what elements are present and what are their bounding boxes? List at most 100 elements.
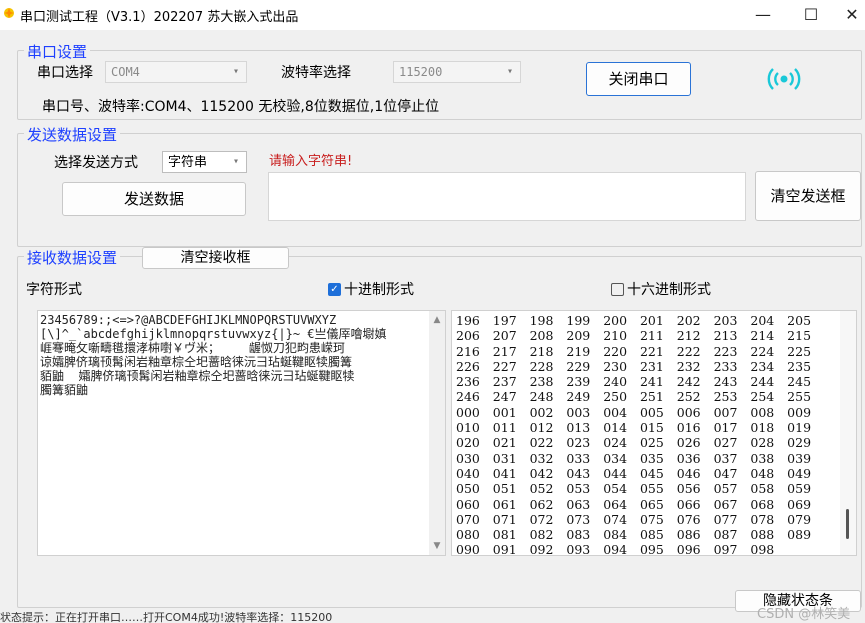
decimal-cell: 074	[603, 511, 628, 527]
decimal-cell: 027	[713, 435, 738, 451]
decimal-cell: 073	[566, 511, 591, 527]
decimal-cell: 062	[529, 496, 554, 512]
decimal-cell: 236	[456, 374, 480, 390]
decimal-cell: 028	[750, 435, 775, 451]
decimal-cell: 008	[750, 404, 775, 420]
decimal-cell: 029	[787, 435, 812, 451]
decimal-cell: 086	[676, 527, 701, 543]
checkbox-unchecked-icon	[611, 282, 624, 296]
decimal-cell: 069	[787, 496, 812, 512]
decimal-cell: 026	[676, 435, 701, 451]
decimal-cell: 235	[787, 358, 812, 374]
decimal-cell: 231	[639, 358, 664, 374]
decimal-cell: 219	[566, 343, 591, 359]
send-mode-select[interactable]: 字符串 ▾	[162, 151, 247, 173]
decimal-cell: 035	[639, 450, 664, 466]
char-format-label: 字符形式	[26, 282, 82, 298]
minimize-button[interactable]: —	[748, 4, 778, 26]
maximize-button[interactable]: ☐	[796, 4, 826, 26]
decimal-grid: 196 197 198 199 200 201 202 203 204 205 206 207 208 2…	[456, 313, 824, 556]
decimal-cell: 249	[566, 389, 591, 405]
decimal-scrollbar[interactable]	[840, 311, 856, 555]
decimal-cell: 209	[566, 328, 591, 344]
baud-select[interactable]: 115200 ▾	[393, 61, 521, 83]
decimal-cell: 007	[713, 404, 738, 420]
decimal-cell: 005	[639, 404, 664, 420]
decimal-cell: 078	[750, 511, 775, 527]
decimal-row: 060 061 062 063 064 065 066 067 068 069	[456, 497, 824, 512]
decimal-cell: 244	[750, 374, 775, 390]
decimal-cell: 241	[639, 374, 664, 390]
port-label: 串口选择	[37, 65, 93, 81]
decimal-cell: 066	[676, 496, 701, 512]
decimal-cell: 229	[566, 358, 591, 374]
port-select[interactable]: COM4 ▾	[105, 61, 247, 83]
scroll-up-icon[interactable]: ▲	[429, 313, 445, 327]
decimal-cell: 084	[603, 527, 628, 543]
close-window-button[interactable]: ✕	[837, 4, 865, 26]
send-input[interactable]	[268, 172, 746, 221]
send-mode-label: 选择发送方式	[54, 155, 138, 171]
decimal-row: 236 237 238 239 240 241 242 243 244 245	[456, 374, 824, 389]
decimal-cell: 202	[676, 313, 701, 328]
app-icon	[4, 8, 14, 18]
decimal-cell: 018	[750, 420, 775, 436]
scroll-down-icon[interactable]: ▼	[429, 539, 445, 553]
decimal-cell: 221	[639, 343, 664, 359]
decimal-cell: 239	[566, 374, 591, 390]
char-scrollbar[interactable]: ▲ ▼	[429, 311, 445, 555]
decimal-cell: 043	[566, 465, 591, 481]
close-port-button[interactable]: 关闭串口	[586, 62, 691, 96]
decimal-cell: 097	[713, 542, 738, 556]
decimal-cell: 023	[566, 435, 591, 451]
decimal-cell: 225	[787, 343, 812, 359]
decimal-cell: 001	[492, 404, 517, 420]
decimal-row: 246 247 248 249 250 251 252 253 254 255	[456, 389, 824, 404]
decimal-cell: 070	[456, 511, 480, 527]
send-data-button[interactable]: 发送数据	[62, 182, 246, 216]
decimal-cell: 067	[713, 496, 738, 512]
window-body: 串口设置 串口选择 COM4 ▾ 波特率选择 115200 ▾ 关闭串口 串口号…	[0, 30, 865, 623]
decimal-cell: 019	[787, 420, 812, 436]
decimal-cell: 017	[713, 420, 738, 436]
decimal-cell: 057	[713, 481, 738, 497]
decimal-cell: 082	[529, 527, 554, 543]
hex-checkbox[interactable]: 十六进制形式	[611, 279, 711, 299]
decimal-cell: 041	[492, 465, 517, 481]
decimal-cell: 002	[529, 404, 554, 420]
decimal-cell: 220	[603, 343, 628, 359]
clear-send-button[interactable]: 清空发送框	[755, 171, 861, 221]
decimal-cell: 208	[529, 328, 554, 344]
decimal-cell: 087	[713, 527, 738, 543]
decimal-cell: 251	[639, 389, 664, 405]
baud-select-value: 115200	[399, 65, 443, 79]
scroll-thumb[interactable]	[846, 509, 849, 539]
decimal-cell: 246	[456, 389, 480, 405]
decimal-receive-box[interactable]: 196 197 198 199 200 201 202 203 204 205 206 207 208 2…	[451, 310, 857, 556]
decimal-cell: 003	[566, 404, 591, 420]
clear-receive-button[interactable]: 清空接收框	[142, 247, 289, 269]
char-receive-box[interactable]: 23456789:;<=>?@ABCDEFGHIJKLMNOPQRSTUVWXY…	[37, 310, 446, 556]
decimal-cell: 033	[566, 450, 591, 466]
decimal-cell: 088	[750, 527, 775, 543]
decimal-cell: 045	[639, 465, 664, 481]
decimal-cell: 000	[456, 404, 480, 420]
decimal-cell: 021	[492, 435, 517, 451]
decimal-cell: 243	[713, 374, 738, 390]
decimal-row: 030 031 032 033 034 035 036 037 038 039	[456, 451, 824, 466]
decimal-cell: 237	[492, 374, 517, 390]
decimal-cell: 206	[456, 328, 480, 344]
decimal-cell: 250	[603, 389, 628, 405]
decimal-cell: 049	[787, 465, 812, 481]
decimal-cell: 052	[529, 481, 554, 497]
decimal-cell: 217	[492, 343, 517, 359]
decimal-cell: 205	[787, 313, 812, 328]
decimal-cell: 210	[603, 328, 628, 344]
decimal-row: 216 217 218 219 220 221 222 223 224 225	[456, 344, 824, 359]
decimal-cell: 198	[529, 313, 554, 328]
decimal-checkbox[interactable]: ✓ 十进制形式	[328, 279, 414, 299]
decimal-cell: 075	[639, 511, 664, 527]
decimal-cell: 012	[529, 420, 554, 436]
status-bar: 状态提示：正在打开串口……打开COM4成功!波特率选择：115200	[0, 612, 333, 623]
decimal-cell: 255	[787, 389, 812, 405]
